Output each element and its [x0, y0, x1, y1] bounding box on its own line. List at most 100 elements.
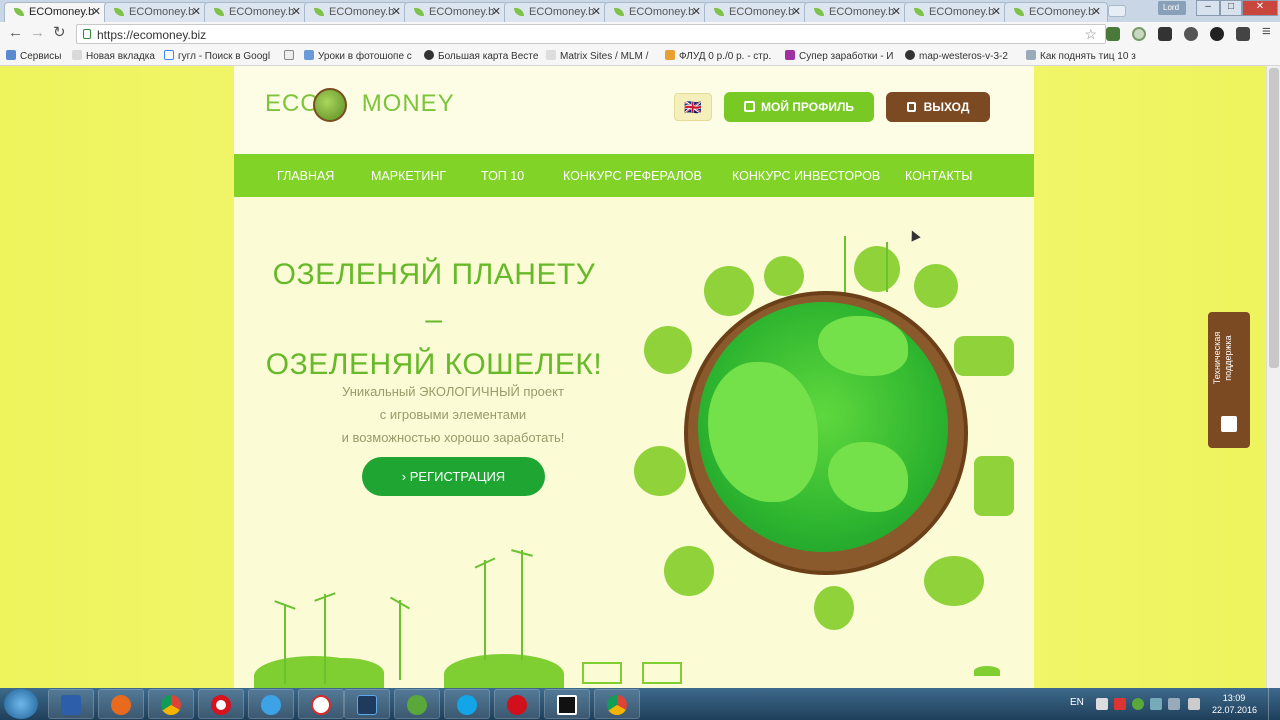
language-flag-button[interactable]: 🇬🇧: [674, 93, 712, 121]
bookmark-item[interactable]: ФЛУД 0 р./0 р. - стр.: [665, 50, 771, 62]
taskbar-app-recorder[interactable]: [494, 689, 540, 719]
taskbar-app-utorrent[interactable]: [394, 689, 440, 719]
extension-gear-icon[interactable]: [1184, 27, 1198, 41]
close-icon[interactable]: ✕: [692, 5, 701, 18]
close-icon[interactable]: ✕: [592, 5, 601, 18]
my-profile-label: МОЙ ПРОФИЛЬ: [760, 100, 854, 114]
close-icon[interactable]: ✕: [792, 5, 801, 18]
close-icon[interactable]: ✕: [392, 5, 401, 18]
tech-support-tab[interactable]: Техническая поддержка: [1208, 312, 1250, 448]
menu-item-contacts[interactable]: КОНТАКТЫ: [905, 169, 972, 183]
main-menu: ГЛАВНАЯ МАРКЕТИНГ ТОП 10 КОНКУРС РЕФЕРАЛ…: [234, 154, 1034, 197]
logo-eco-text: ECO: [265, 90, 321, 117]
bookmark-item[interactable]: [284, 50, 298, 62]
leaf-icon: [214, 8, 224, 16]
browser-tab[interactable]: ECOmoney.b ✕: [804, 2, 908, 22]
menu-icon[interactable]: ≡: [1262, 24, 1271, 40]
bookmark-item[interactable]: Супер заработки - И: [785, 50, 894, 62]
site-icon: [424, 50, 434, 60]
taskbar-app-video[interactable]: [544, 689, 590, 719]
tray-arrow-icon[interactable]: [1096, 698, 1108, 710]
taskbar-app-yandex[interactable]: [298, 689, 344, 719]
taskbar-app-photoshop[interactable]: [344, 689, 390, 719]
url-text[interactable]: https://ecomoney.biz: [97, 28, 206, 42]
hill-shape: [444, 654, 564, 688]
tray-monitor-icon[interactable]: [1168, 698, 1180, 710]
bookmark-item[interactable]: Уроки в фотошопе с: [304, 50, 412, 62]
bookmark-item[interactable]: Большая карта Вестe: [424, 50, 538, 62]
reload-icon[interactable]: ↻: [53, 25, 66, 41]
planet-globe: [698, 302, 948, 552]
menu-item-marketing[interactable]: МАРКЕТИНГ: [371, 169, 446, 183]
logout-button[interactable]: ВЫХОД: [886, 92, 990, 122]
browser-tab[interactable]: ECOmoney.b ✕: [104, 2, 208, 22]
menu-item-referral-contest[interactable]: КОНКУРС РЕФЕРАЛОВ: [563, 169, 702, 183]
minimize-button[interactable]: –: [1196, 0, 1220, 16]
close-icon[interactable]: ✕: [292, 5, 301, 18]
bookmark-item[interactable]: map-westeros-v-3-2: [905, 50, 1008, 62]
new-tab-button[interactable]: [1108, 5, 1126, 17]
back-icon[interactable]: ←: [8, 25, 23, 41]
browser-tab[interactable]: ECOmoney.b ✕: [204, 2, 308, 22]
close-icon[interactable]: ✕: [1092, 5, 1101, 18]
tray-antivirus-icon[interactable]: [1114, 698, 1126, 710]
taskbar-app-explorer[interactable]: [48, 689, 94, 719]
taskbar-app-firefox[interactable]: [98, 689, 144, 719]
taskbar-app-ie[interactable]: [248, 689, 294, 719]
bookmark-item[interactable]: Новая вкладка: [72, 50, 155, 62]
leaf-icon: [614, 8, 624, 16]
bookmark-item[interactable]: гугл - Поиск в Googl: [164, 50, 270, 62]
browser-tab[interactable]: ECOmoney.b ✕: [504, 2, 608, 22]
menu-item-investor-contest[interactable]: КОНКУРС ИНВЕСТОРОВ: [732, 169, 880, 183]
tree-shape: [814, 586, 854, 630]
show-desktop-button[interactable]: [1268, 688, 1280, 720]
maximize-button[interactable]: □: [1220, 0, 1242, 16]
window-close-button[interactable]: ✕: [1242, 0, 1278, 16]
tree-shape: [854, 246, 900, 292]
leaf-icon: [314, 8, 324, 16]
bookmark-star-icon[interactable]: ☆: [1084, 26, 1097, 43]
extension-home-icon[interactable]: [1106, 27, 1120, 41]
extension-sync-icon[interactable]: [1210, 27, 1224, 41]
menu-item-home[interactable]: ГЛАВНАЯ: [277, 169, 334, 183]
start-button[interactable]: [4, 689, 38, 719]
browser-tab[interactable]: ECOmoney.b ✕: [704, 2, 808, 22]
browser-tab[interactable]: ECOmoney.b ✕: [1004, 2, 1108, 22]
close-icon[interactable]: ✕: [492, 5, 501, 18]
bookmark-item[interactable]: Как поднять тиц 10 з: [1026, 50, 1136, 62]
site-logo[interactable]: ECO MONEY: [265, 88, 455, 122]
browser-tab[interactable]: ECOmoney.b ✕: [304, 2, 408, 22]
register-button[interactable]: › РЕГИСТРАЦИЯ: [362, 457, 545, 496]
browser-tab[interactable]: ECOmoney.b ✕: [904, 2, 1008, 22]
close-icon[interactable]: ✕: [892, 5, 901, 18]
keyboard-language[interactable]: EN: [1070, 697, 1084, 708]
scrollbar-thumb[interactable]: [1269, 68, 1279, 368]
tree-shape: [914, 264, 958, 308]
extension-hat-icon[interactable]: [1158, 27, 1172, 41]
extension-box-icon[interactable]: [1236, 27, 1250, 41]
page-scrollbar[interactable]: [1266, 66, 1280, 688]
profile-badge[interactable]: Lord: [1158, 1, 1186, 15]
taskbar-clock[interactable]: 13:09 22.07.2016: [1212, 692, 1257, 716]
taskbar-app-chrome[interactable]: [148, 689, 194, 719]
browser-tab[interactable]: ECOmoney.b ✕: [404, 2, 508, 22]
close-icon[interactable]: ✕: [992, 5, 1001, 18]
forward-icon[interactable]: →: [30, 25, 45, 41]
bookmark-item[interactable]: Matrix Sites / MLM /: [546, 50, 648, 62]
taskbar-app-skype[interactable]: [444, 689, 490, 719]
taskbar-app-opera[interactable]: [198, 689, 244, 719]
extension-circle-icon[interactable]: [1132, 27, 1146, 41]
close-icon[interactable]: ✕: [192, 5, 201, 18]
my-profile-button[interactable]: МОЙ ПРОФИЛЬ: [724, 92, 874, 122]
tray-network-icon[interactable]: [1150, 698, 1162, 710]
address-bar[interactable]: https://ecomoney.biz ☆: [76, 24, 1106, 44]
tray-utorrent-icon[interactable]: [1132, 698, 1144, 710]
tray-volume-icon[interactable]: [1188, 698, 1200, 710]
browser-tab[interactable]: ECOmoney.b ✕: [604, 2, 708, 22]
bookmark-item[interactable]: Сервисы: [6, 50, 61, 62]
menu-item-top10[interactable]: ТОП 10: [481, 169, 524, 183]
taskbar-app-chrome-2[interactable]: [594, 689, 640, 719]
close-icon[interactable]: ✕: [92, 5, 101, 18]
browser-tab[interactable]: ECOmoney.b ✕: [4, 2, 108, 22]
leaf-icon: [714, 8, 724, 16]
